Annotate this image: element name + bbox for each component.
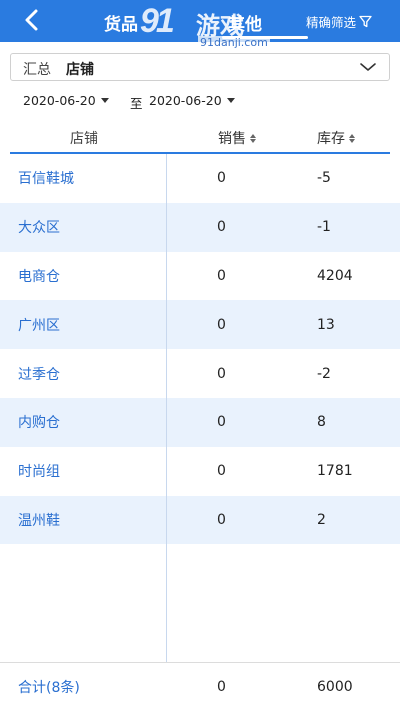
store-name: 内购仓 [18,415,60,432]
sort-icon [349,133,355,143]
stock-value: 4204 [317,267,353,284]
store-name: 过季仓 [18,366,60,383]
table-body: 百信鞋城 0 -5 大众区 0 -1 电商仓 0 4204 广州区 0 13 过… [0,154,400,545]
total-sales: 0 [217,679,226,695]
table-row[interactable]: 广州区 0 13 [0,300,400,350]
table-row[interactable]: 时尚组 0 1781 [0,447,400,496]
store-name: 大众区 [18,220,60,237]
sales-value: 0 [217,511,226,528]
top-bar: 货品 其他 91 游戏 91danji.com 精确筛选 [0,0,400,49]
total-label: 合计(8条) [18,680,80,696]
total-stock: 6000 [317,679,353,695]
tab-other[interactable]: 其他 [228,10,262,35]
sort-icon [250,133,256,143]
stock-value: 8 [317,414,326,431]
start-date-value: 2020-06-20 [23,93,96,108]
end-date-picker[interactable]: 2020-06-20 [149,93,235,108]
store-name: 时尚组 [18,464,60,481]
total-row: 合计(8条) 0 6000 [0,662,400,711]
chevron-down-icon [360,63,376,71]
store-name: 温州鞋 [18,512,60,529]
stock-value: 1781 [317,463,353,480]
column-header-stock[interactable]: 库存 [317,128,355,148]
start-date-picker[interactable]: 2020-06-20 [23,93,109,108]
store-name: 百信鞋城 [18,171,74,188]
stock-value: -5 [317,170,331,187]
table-row[interactable]: 过季仓 0 -2 [0,349,400,398]
table-header: 店铺 销售 库存 [0,118,400,154]
stock-value: 2 [317,511,326,528]
sales-value: 0 [217,170,226,187]
table-row[interactable]: 温州鞋 0 2 [0,495,400,545]
precise-filter-label: 精确筛选 [306,15,357,30]
column-header-sales[interactable]: 销售 [218,128,256,148]
filter-funnel-icon [359,15,372,28]
store-name: 电商仓 [18,268,60,285]
table-row[interactable]: 内购仓 0 8 [0,397,400,447]
back-arrow-icon[interactable] [22,8,44,32]
end-date-value: 2020-06-20 [149,93,222,108]
sales-value: 0 [217,463,226,480]
sales-value: 0 [217,365,226,382]
stock-value: -1 [317,219,331,236]
sales-value: 0 [217,267,226,284]
table-row[interactable]: 大众区 0 -1 [0,202,400,252]
stock-value: -2 [317,365,331,382]
caret-down-icon [226,98,235,103]
column-header-store: 店铺 [70,131,98,147]
caret-down-icon [100,98,109,103]
precise-filter-button[interactable]: 精确筛选 [306,12,372,31]
sales-value: 0 [217,316,226,333]
tab-goods[interactable]: 货品 [104,10,138,35]
summary-label: 汇总 [23,62,51,78]
store-name: 广州区 [18,317,60,334]
date-separator: 至 [130,96,143,111]
summary-selected-value: 店铺 [66,62,94,78]
column-divider [166,154,167,711]
sales-value: 0 [217,219,226,236]
table-row[interactable]: 百信鞋城 0 -5 [0,154,400,203]
active-tab-indicator [222,36,308,39]
table-row[interactable]: 电商仓 0 4204 [0,252,400,301]
summary-dropdown[interactable]: 汇总 店铺 [10,53,390,81]
stock-value: 13 [317,316,335,333]
sales-value: 0 [217,414,226,431]
